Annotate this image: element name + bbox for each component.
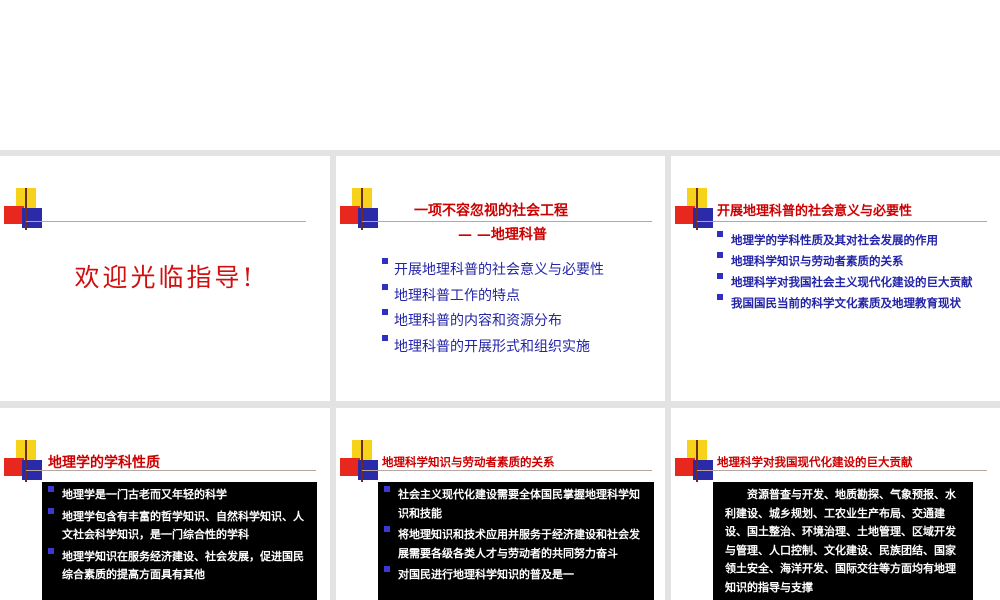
list-item: 地理科学知识与劳动者素质的关系 [717, 252, 985, 271]
title-rule [697, 221, 987, 222]
list-item: 将地理知识和技术应用并服务于经济建设和社会发展需要各级各类人才与劳动者的共同努力… [384, 526, 647, 563]
list-item: 地理学知识在服务经济建设、社会发展，促进国民综合素质的提高方面具有其他 [48, 547, 310, 585]
list-item: 地理科学对我国社会主义现代化建设的巨大贡献 [717, 273, 985, 292]
topic-list: 开展地理科普的社会意义与必要性 地理科普工作的特点 地理科普的内容和资源分布 地… [382, 258, 604, 360]
slide-title: 地理科学知识与劳动者素质的关系 [382, 455, 555, 469]
slide-title: 地理学的学科性质 [48, 455, 160, 471]
list-item: 地理科普的开展形式和组织实施 [382, 334, 604, 361]
title-rule [26, 221, 306, 222]
welcome-text: 欢迎光临指导! [74, 263, 256, 292]
title-rule [697, 470, 987, 471]
list-item: 地理学是一门古老而又年轻的科学 [48, 486, 310, 505]
list-item: 地理科普的内容和资源分布 [382, 309, 604, 335]
slide-1[interactable]: 欢迎光临指导! [0, 156, 330, 401]
slide-logo-icon [4, 188, 48, 230]
list-item: 社会主义现代化建设需要全体国民掌握地理科学知识和技能 [384, 486, 647, 523]
list-item: 我国国民当前的科学文化素质及地理教育现状 [717, 294, 985, 313]
content-box: 社会主义现代化建设需要全体国民掌握地理科学知识和技能 将地理知识和技术应用并服务… [378, 482, 654, 600]
slide-subtitle: — —地理科普 [458, 227, 547, 243]
title-rule [362, 221, 652, 222]
list-item: 开展地理科普的社会意义与必要性 [382, 258, 604, 284]
slide-logo-icon [675, 440, 719, 482]
topic-list: 地理学的学科性质及其对社会发展的作用 地理科学知识与劳动者素质的关系 地理科学对… [717, 231, 985, 313]
list-item: 地理学包含有丰富的哲学知识、自然科学知识、人文社会科学知识，是一门综合性的学科 [48, 507, 310, 545]
slide-title: 一项不容忽视的社会工程 [414, 203, 568, 219]
content-box: 资源普查与开发、地质勘探、气象预报、水利建设、城乡规划、工农业生产布局、交通建设… [713, 482, 973, 600]
list-item: 地理科普工作的特点 [382, 283, 604, 310]
slide-3[interactable]: 开展地理科普的社会意义与必要性 地理学的学科性质及其对社会发展的作用 地理科学知… [671, 156, 1000, 401]
list-item: 地理学的学科性质及其对社会发展的作用 [717, 231, 985, 250]
title-rule [362, 470, 652, 471]
list-item: 对国民进行地理科学知识的普及是一 [384, 566, 647, 585]
slide-logo-icon [4, 440, 48, 482]
slide-logo-icon [675, 188, 719, 230]
slide-title: 开展地理科普的社会意义与必要性 [717, 204, 913, 219]
slide-2[interactable]: 一项不容忽视的社会工程 — —地理科普 开展地理科普的社会意义与必要性 地理科普… [336, 156, 665, 401]
slide-6[interactable]: 地理科学对我国现代化建设的巨大贡献 资源普查与开发、地质勘探、气象预报、水利建设… [671, 408, 1000, 600]
slide-logo-icon [340, 440, 384, 482]
slide-title: 地理科学对我国现代化建设的巨大贡献 [717, 455, 913, 469]
slide-4[interactable]: 地理学的学科性质 地理学是一门古老而又年轻的科学 地理学包含有丰富的哲学知识、自… [0, 408, 330, 600]
slide-5[interactable]: 地理科学知识与劳动者素质的关系 社会主义现代化建设需要全体国民掌握地理科学知识和… [336, 408, 665, 600]
content-box: 地理学是一门古老而又年轻的科学 地理学包含有丰富的哲学知识、自然科学知识、人文社… [42, 482, 317, 600]
content-paragraph: 资源普查与开发、地质勘探、气象预报、水利建设、城乡规划、工农业生产布局、交通建设… [725, 488, 956, 594]
slide-logo-icon [340, 188, 384, 230]
